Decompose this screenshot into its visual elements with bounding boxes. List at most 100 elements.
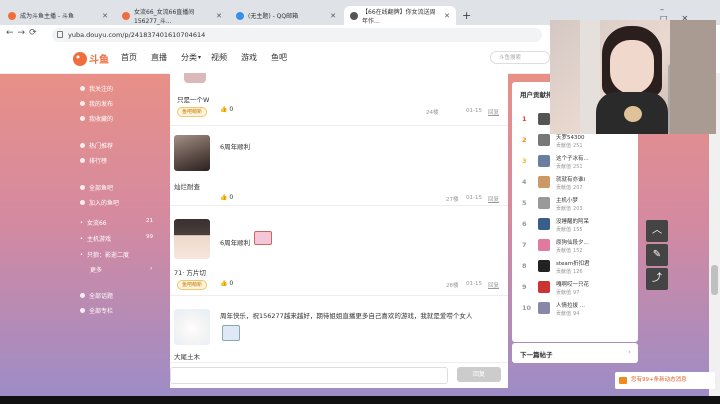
list-item[interactable]: 5 主机小梦 贡献值 203	[512, 194, 638, 215]
list-item[interactable]: 10 人情拉拔 ... 贡献值 94	[512, 299, 638, 320]
user-name[interactable]: 嘎啊哎一只花	[556, 280, 589, 288]
list-item[interactable]: 9 嘎啊哎一只花 贡献值 97	[512, 278, 638, 299]
search-input[interactable]: 斗鱼搜索	[490, 51, 550, 64]
list-item[interactable]: 2 天罗54300 贡献值 251	[512, 131, 638, 152]
list-item[interactable]: 7 原狗仙段夕... 贡献值 152	[512, 236, 638, 257]
contribution-number: 155	[573, 227, 583, 233]
douyu-logo[interactable]: 斗鱼	[72, 50, 110, 68]
avatar[interactable]	[538, 302, 550, 314]
list-item[interactable]: 4 就就有亦谁i 贡献值 207	[512, 173, 638, 194]
user-name[interactable]: 灿烂耐查	[174, 181, 200, 191]
list-item[interactable]: 3 这个子冰有... 贡献值 251	[512, 152, 638, 173]
reply-input[interactable]	[170, 367, 448, 384]
flame-icon	[80, 143, 85, 148]
chevron-down-icon[interactable]: ▾	[198, 54, 201, 61]
sidebar-item-all-columns[interactable]: 全部专栏	[80, 306, 113, 315]
sidebar-item-my-posts[interactable]: 我的发布	[80, 99, 113, 108]
list-item[interactable]: 6 没睡醒的阿呆 贡献值 155	[512, 215, 638, 236]
sidebar-item-following[interactable]: 我关注的	[80, 84, 113, 93]
user-name[interactable]: 人情拉拔 ...	[556, 301, 585, 309]
user-name[interactable]: 只是一个W	[177, 94, 209, 104]
url-input[interactable]: yuba.douyu.com/p/241837401610704614	[52, 28, 542, 42]
sidebar-item-joined-bars[interactable]: 加入的鱼吧	[80, 198, 119, 207]
contribution-number: 126	[573, 269, 583, 275]
avatar[interactable]	[538, 155, 550, 167]
browser-tab-4-active[interactable]: 【66在线翻牌】你女流送周年作... ✕	[344, 6, 456, 25]
avatar[interactable]	[538, 176, 550, 188]
nav-live[interactable]: 直播	[151, 52, 167, 63]
avatar[interactable]	[538, 239, 550, 251]
close-icon[interactable]: ✕	[444, 12, 450, 20]
sidebar-bar-1[interactable]: • 女流66	[80, 218, 107, 228]
avatar[interactable]	[538, 260, 550, 272]
sidebar-item-ranking[interactable]: 排行榜	[80, 156, 107, 165]
close-icon[interactable]: ✕	[216, 12, 222, 20]
nav-home[interactable]: 首页	[121, 52, 137, 63]
avatar[interactable]	[538, 281, 550, 293]
user-name[interactable]: 就就有亦谁i	[556, 175, 585, 183]
like-button[interactable]: 👍 0	[220, 194, 233, 201]
tab-label: 成为斗鱼主播 - 斗鱼	[20, 13, 74, 20]
grid-icon	[80, 185, 85, 190]
new-tab-button[interactable]: +	[462, 9, 471, 22]
contribution-label: 贡献值	[556, 164, 572, 170]
sidebar-item-all-bars[interactable]: 全部鱼吧	[80, 183, 113, 192]
nav-buttons[interactable]: ←→⟳	[6, 28, 41, 38]
heart-icon	[80, 86, 85, 91]
nav-video[interactable]: 视频	[211, 52, 227, 63]
next-post-bar[interactable]: 下一篇帖子 ›	[512, 343, 638, 363]
edit-icon[interactable]: ✎	[646, 244, 668, 266]
list-item[interactable]: 8 steam折扣君 贡献值 126	[512, 257, 638, 278]
post-time: 01-15	[466, 108, 482, 114]
sidebar-bar-3[interactable]: • 只狼：影逝二度	[80, 250, 129, 260]
user-name[interactable]: 大尾土木	[174, 351, 200, 361]
reply-link[interactable]: 回复	[488, 281, 499, 289]
reply-link[interactable]: 回复	[488, 195, 499, 203]
user-name[interactable]: 没睡醒的阿呆	[556, 217, 589, 225]
user-name[interactable]: 天罗54300	[556, 133, 585, 141]
scroll-top-button[interactable]: ︿	[646, 220, 668, 242]
close-icon[interactable]: ✕	[102, 12, 108, 20]
sidebar-item-favorites[interactable]: 我收藏的	[80, 114, 113, 123]
scrollbar-thumb[interactable]	[711, 265, 718, 295]
sidebar-more[interactable]: 更多	[90, 265, 102, 274]
nav-games[interactable]: 游戏	[241, 52, 257, 63]
close-icon[interactable]: ✕	[330, 12, 336, 20]
sidebar-item-hot[interactable]: 热门推荐	[80, 141, 113, 150]
nav-category[interactable]: 分类	[181, 52, 197, 63]
browser-tab-1[interactable]: 成为斗鱼主播 - 斗鱼 ✕	[2, 6, 114, 25]
user-name[interactable]: 71· 方片切	[174, 267, 206, 277]
rank-number: 9	[522, 283, 527, 291]
avatar[interactable]	[174, 219, 210, 259]
sidebar-bar-2[interactable]: • 主机游戏	[80, 234, 111, 244]
like-button[interactable]: 👍 0	[220, 106, 233, 113]
avatar[interactable]	[538, 218, 550, 230]
notification-toast[interactable]: 您有99+条新动态消息	[615, 372, 715, 389]
user-name[interactable]: steam折扣君	[556, 259, 590, 267]
page-favicon-icon	[350, 11, 358, 20]
reply-link[interactable]: 回复	[488, 108, 499, 116]
contribution-number: 251	[573, 143, 583, 149]
like-button[interactable]: 👍 0	[220, 280, 233, 287]
avatar[interactable]	[174, 309, 210, 345]
comment-text: 6周年顺利	[220, 143, 251, 151]
share-icon[interactable]: ⤴	[646, 268, 668, 290]
contribution-label: 贡献值	[556, 311, 572, 317]
browser-tab-3[interactable]: (无主题) - QQ邮箱 ✕	[230, 6, 342, 25]
nav-yuba[interactable]: 鱼吧	[271, 52, 287, 63]
chevron-right-icon[interactable]: ›	[150, 265, 152, 272]
sidebar-item-all-topics[interactable]: 全部话题	[80, 291, 113, 300]
avatar[interactable]	[184, 73, 206, 83]
user-name[interactable]: 这个子冰有...	[556, 154, 589, 162]
user-name[interactable]: 原狗仙段夕...	[556, 238, 589, 246]
avatar[interactable]	[538, 134, 550, 146]
avatar[interactable]	[538, 113, 550, 125]
bar-count: 21	[146, 218, 153, 224]
user-name[interactable]: 主机小梦	[556, 196, 578, 204]
trophy-icon	[80, 158, 85, 163]
avatar[interactable]	[538, 197, 550, 209]
reply-submit-button[interactable]: 回复	[457, 367, 501, 382]
browser-tab-2[interactable]: 女流66_女流66直播间156277_斗... ✕	[116, 6, 228, 25]
avatar[interactable]	[174, 135, 210, 171]
sidebar: 我关注的 我的发布 我收藏的 热门推荐 排行榜 全部鱼吧 加入的鱼吧 • 女流66…	[70, 73, 170, 396]
